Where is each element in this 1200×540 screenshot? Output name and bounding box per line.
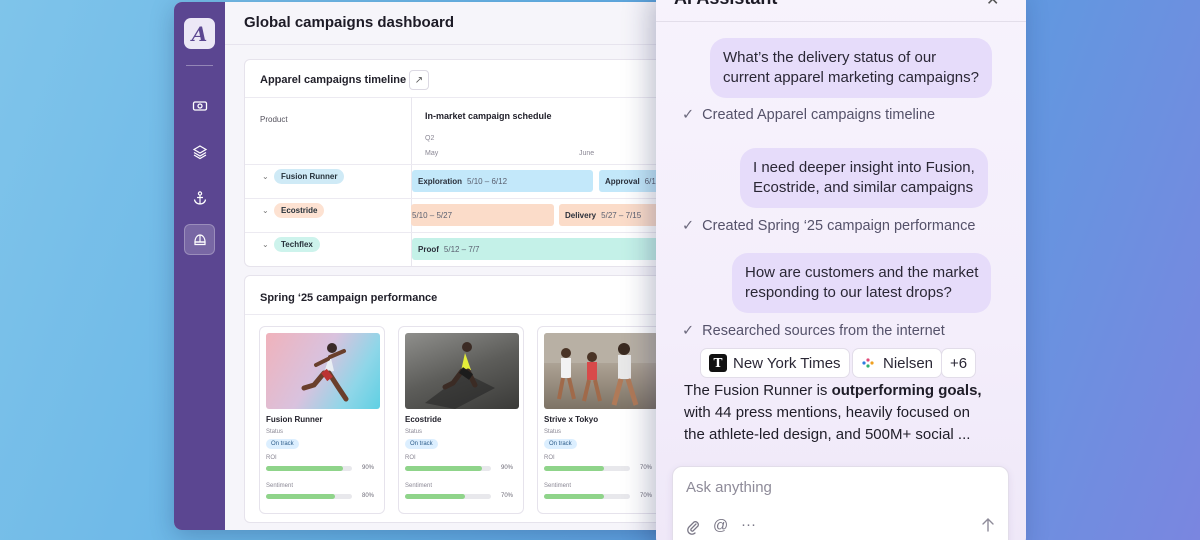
assistant-event: ✓ Created Spring ‘25 campaign performance — [682, 218, 976, 234]
user-message: I need deeper insight into Fusion, Ecost… — [740, 148, 988, 208]
mention-icon[interactable]: @ — [713, 517, 728, 534]
status-badge: On track — [405, 439, 438, 449]
assistant-title: AI Assistant — [674, 0, 777, 9]
sentiment-progress — [544, 494, 630, 499]
sentiment-progress — [266, 494, 352, 499]
source-chip-nyt[interactable]: T New York Times — [700, 348, 850, 378]
roi-value: 90% — [501, 465, 514, 471]
check-icon: ✓ — [682, 218, 695, 234]
layers-icon[interactable] — [184, 136, 215, 167]
source-chip-nielsen[interactable]: Nielsen — [852, 348, 943, 378]
open-external-icon[interactable]: ↗ — [409, 70, 429, 90]
more-icon[interactable]: ··· — [741, 516, 756, 533]
sidebar-rail: A — [174, 2, 225, 530]
campaign-card-fusion-runner[interactable]: Fusion Runner Status On track ROI 90% Se… — [259, 326, 385, 514]
rail-divider — [186, 65, 213, 66]
check-icon: ✓ — [682, 323, 695, 339]
roi-progress — [266, 466, 352, 471]
campaign-name: Ecostride — [405, 415, 442, 424]
sentiment-value: 70% — [640, 493, 653, 499]
check-icon: ✓ — [682, 107, 695, 123]
assistant-answer: The Fusion Runner is outperforming goals… — [684, 382, 982, 443]
anchor-icon[interactable] — [184, 182, 215, 213]
roi-value: 70% — [640, 465, 653, 471]
roi-progress — [544, 466, 630, 471]
performance-card: Spring ‘25 campaign performance Fusion R… — [244, 275, 694, 523]
timeline-bar[interactable]: 5/10 – 5/27 — [411, 204, 554, 226]
sentiment-progress — [405, 494, 491, 499]
chevron-down-icon[interactable]: ⌄ — [262, 240, 269, 249]
ai-assistant-panel: AI Assistant ✕ What’s the delivery statu… — [656, 0, 1026, 540]
roi-label: ROI — [405, 455, 416, 461]
timeline-divider — [245, 97, 694, 98]
schedule-header: In-market campaign schedule — [425, 111, 552, 121]
roi-progress — [405, 466, 491, 471]
close-icon[interactable]: ✕ — [986, 0, 999, 10]
app-logo[interactable]: A — [184, 18, 215, 49]
page-title: Global campaigns dashboard — [244, 14, 455, 31]
performance-divider — [245, 314, 694, 315]
user-message: How are customers and the market respond… — [732, 253, 992, 313]
status-label: Status — [266, 429, 284, 435]
product-pill-ecostride[interactable]: Ecostride — [274, 203, 325, 218]
timeline-card: Apparel campaigns timeline ↗ Product In-… — [244, 59, 694, 267]
timeline-title: Apparel campaigns timeline — [260, 74, 407, 86]
sentiment-value: 70% — [501, 493, 514, 499]
campaign-name: Strive x Tokyo — [544, 415, 599, 424]
timeline-bar[interactable]: Exploration 5/10 – 6/12 — [412, 170, 593, 192]
status-label: Status — [405, 429, 423, 435]
status-badge: On track — [544, 439, 577, 449]
source-chip-more[interactable]: +6 — [941, 348, 977, 378]
nielsen-logo-icon — [861, 356, 875, 370]
row-divider — [245, 232, 694, 233]
chat-input[interactable] — [686, 479, 986, 496]
status-badge: On track — [266, 439, 299, 449]
sentiment-label: Sentiment — [405, 483, 433, 489]
campaign-image — [544, 333, 658, 409]
campaign-image — [405, 333, 519, 409]
product-header: Product — [260, 115, 288, 124]
sentiment-value: 80% — [362, 493, 375, 499]
sentiment-label: Sentiment — [266, 483, 294, 489]
helmet-icon[interactable] — [184, 224, 215, 255]
money-icon[interactable] — [184, 90, 215, 121]
send-arrow-icon[interactable] — [981, 517, 995, 537]
campaign-name: Fusion Runner — [266, 415, 323, 424]
month-june: June — [579, 150, 595, 157]
row-divider — [245, 164, 694, 165]
product-pill-techflex[interactable]: Techflex — [274, 237, 320, 252]
campaign-card-ecostride[interactable]: Ecostride Status On track ROI 90% Sentim… — [398, 326, 524, 514]
product-pill-fusion-runner[interactable]: Fusion Runner — [274, 169, 345, 184]
chat-input-box: @ ··· — [672, 466, 1009, 540]
campaign-card-strive-x-tokyo[interactable]: Strive x Tokyo Status On track ROI 70% S… — [537, 326, 663, 514]
roi-label: ROI — [266, 455, 277, 461]
performance-title: Spring ‘25 campaign performance — [260, 292, 438, 304]
quarter-label: Q2 — [425, 135, 435, 142]
nyt-logo-icon: T — [709, 354, 727, 372]
assistant-event: ✓ Researched sources from the internet — [682, 323, 945, 339]
month-may: May — [425, 150, 439, 157]
assistant-event: ✓ Created Apparel campaigns timeline — [682, 107, 936, 123]
user-message: What’s the delivery status of our curren… — [710, 38, 992, 98]
status-label: Status — [544, 429, 562, 435]
campaign-image — [266, 333, 380, 409]
dashboard-window: A Global campaigns dashboard Apparel cam… — [174, 2, 694, 530]
header-divider — [225, 44, 694, 45]
assistant-header-divider — [656, 21, 1026, 22]
timeline-bar[interactable]: Proof 5/12 – 7/7 — [412, 238, 694, 260]
chevron-down-icon[interactable]: ⌄ — [262, 172, 269, 181]
roi-value: 90% — [362, 465, 375, 471]
row-divider — [245, 198, 694, 199]
sentiment-label: Sentiment — [544, 483, 572, 489]
chevron-down-icon[interactable]: ⌄ — [262, 206, 269, 215]
dashboard-main: Global campaigns dashboard Apparel campa… — [225, 2, 694, 530]
roi-label: ROI — [544, 455, 555, 461]
paperclip-icon[interactable] — [685, 519, 701, 539]
